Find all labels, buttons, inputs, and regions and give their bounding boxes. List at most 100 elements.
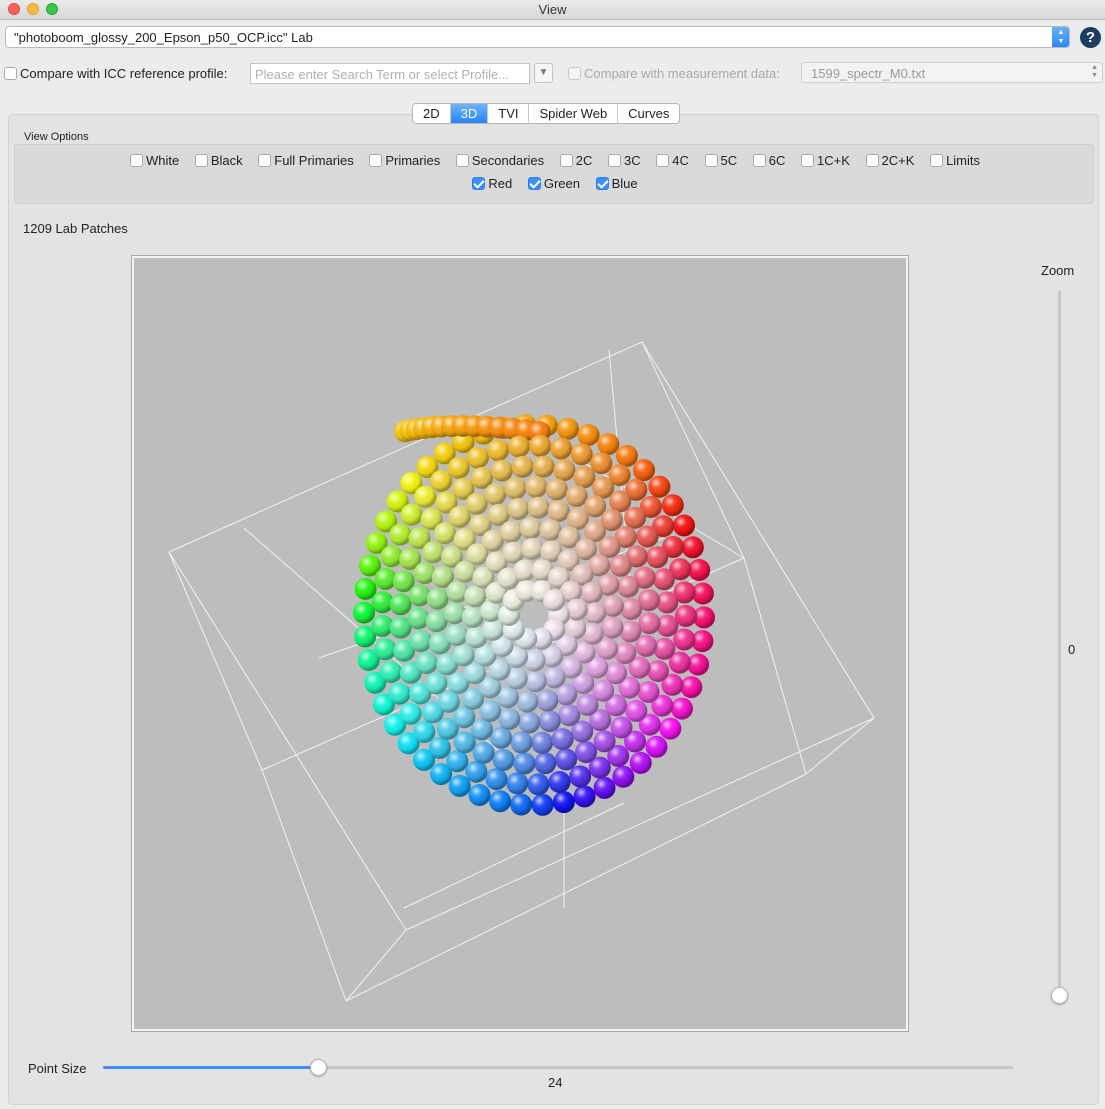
option-primaries[interactable]: Primaries (369, 153, 440, 168)
option-black[interactable]: Black (194, 153, 243, 168)
red-checkbox[interactable] (472, 177, 486, 190)
primaries-checkbox[interactable] (369, 154, 383, 167)
title-bar: View (0, 0, 1105, 20)
sphere-highlight (426, 587, 449, 610)
compare-measurement-option[interactable]: Compare with measurement data: (568, 66, 780, 81)
white-checkbox[interactable] (129, 154, 143, 167)
zoom-slider-thumb[interactable] (1051, 987, 1068, 1004)
profile-search-dropdown-button[interactable]: ▼ (534, 63, 553, 83)
option-secondaries[interactable]: Secondaries (455, 153, 545, 168)
zoom-value: 0 (1068, 642, 1076, 657)
sphere-highlight (584, 602, 607, 625)
sphere-highlight (624, 506, 647, 529)
lab-patch-spheres (353, 414, 715, 816)
6c-checkbox[interactable] (752, 154, 766, 167)
tab-spider-web[interactable]: Spider Web (529, 104, 619, 123)
sphere-highlight (487, 439, 510, 462)
sphere-highlight (527, 496, 550, 519)
point-size-label: Point Size (28, 1061, 87, 1076)
option-label: Primaries (385, 153, 441, 168)
view-tabs: 2D 3D TVI Spider Web Curves (412, 103, 681, 124)
compare-measurement-checkbox[interactable] (568, 67, 581, 80)
sphere-highlight (547, 500, 570, 522)
2c-k-checkbox[interactable] (865, 154, 879, 167)
measurement-file-select[interactable]: 1599_spectr_M0.txt ▲ ▼ (801, 62, 1103, 83)
option-4c[interactable]: 4C (656, 153, 689, 168)
sphere-highlight (580, 581, 603, 604)
limits-checkbox[interactable] (930, 154, 944, 167)
option-label: 2C (575, 153, 593, 168)
sphere-highlight (636, 525, 659, 548)
sphere-highlight (425, 672, 448, 695)
option-label: 5C (720, 153, 738, 168)
point-size-slider-track[interactable] (103, 1066, 1013, 1069)
gamut-3d-plot[interactable] (134, 258, 906, 1029)
sphere-highlight (565, 484, 588, 507)
secondaries-checkbox[interactable] (455, 154, 469, 167)
sphere-highlight (661, 494, 684, 517)
sphere-highlight (399, 702, 422, 725)
4c-checkbox[interactable] (656, 154, 670, 167)
profile-search-input[interactable]: Please enter Search Term or select Profi… (250, 63, 530, 84)
option-white[interactable]: White (129, 153, 179, 168)
sphere-highlight (510, 731, 533, 754)
sphere-highlight (389, 593, 412, 616)
option-1c-k[interactable]: 1C+K (801, 153, 850, 168)
cube-edge (168, 551, 263, 771)
green-checkbox[interactable] (527, 177, 541, 190)
option-5c[interactable]: 5C (704, 153, 738, 168)
sphere-highlight (536, 689, 559, 712)
option-2c[interactable]: 2C (559, 153, 593, 168)
3c-checkbox[interactable] (608, 154, 622, 167)
sphere-highlight (637, 680, 660, 703)
option-3c[interactable]: 3C (608, 153, 641, 168)
tab-2d[interactable]: 2D (413, 104, 451, 123)
tab-3d[interactable]: 3D (450, 104, 489, 123)
select-arrows-icon[interactable]: ▲ ▼ (1052, 27, 1069, 47)
option-label: Full Primaries (274, 153, 354, 168)
option-green[interactable]: Green (527, 176, 580, 191)
sphere-highlight (556, 417, 579, 440)
full-primaries-checkbox[interactable] (258, 154, 272, 167)
option-2c-k[interactable]: 2C+K (865, 153, 914, 168)
sphere-highlight (531, 731, 554, 754)
5c-checkbox[interactable] (704, 154, 718, 167)
sphere-highlight (434, 522, 456, 545)
help-button[interactable]: ? (1080, 27, 1101, 48)
sphere-highlight (597, 433, 620, 456)
option-red[interactable]: Red (472, 176, 512, 191)
1c-k-checkbox[interactable] (801, 154, 815, 167)
sphere-highlight (550, 437, 573, 460)
sphere-highlight (452, 644, 475, 667)
sphere-highlight (428, 736, 451, 759)
option-limits[interactable]: Limits (930, 153, 980, 168)
black-checkbox[interactable] (194, 154, 208, 167)
cube-edge (743, 557, 807, 775)
sphere-highlight (555, 748, 578, 771)
tab-curves[interactable]: Curves (618, 104, 679, 123)
option-full-primaries[interactable]: Full Primaries (258, 153, 354, 168)
sphere-highlight (538, 710, 561, 733)
tab-tvi[interactable]: TVI (488, 104, 530, 123)
compare-icc-option[interactable]: Compare with ICC reference profile: (4, 66, 227, 81)
sphere-highlight (552, 791, 575, 814)
sphere-highlight (374, 638, 397, 661)
compare-icc-checkbox[interactable] (4, 67, 17, 80)
sphere-highlight (652, 568, 675, 591)
point-size-slider-thumb[interactable] (310, 1059, 327, 1076)
compare-measurement-label: Compare with measurement data: (584, 66, 780, 81)
sphere-highlight (615, 444, 638, 467)
blue-checkbox[interactable] (595, 177, 609, 190)
view-options-row-2: Red Green Blue (15, 176, 1095, 191)
option-6c[interactable]: 6C (752, 153, 785, 168)
sphere-highlight (531, 793, 554, 816)
option-label: Secondaries (471, 153, 545, 168)
zoom-slider-track[interactable] (1058, 291, 1061, 996)
sphere-highlight (465, 492, 488, 515)
3d-gamut-viewport[interactable] (131, 255, 909, 1032)
profile-select[interactable]: "photoboom_glossy_200_Epson_p50_OCP.icc"… (5, 26, 1070, 48)
sphere-highlight (601, 616, 624, 639)
option-blue[interactable]: Blue (595, 176, 638, 191)
sphere-highlight (569, 765, 592, 788)
2c-checkbox[interactable] (559, 154, 573, 167)
